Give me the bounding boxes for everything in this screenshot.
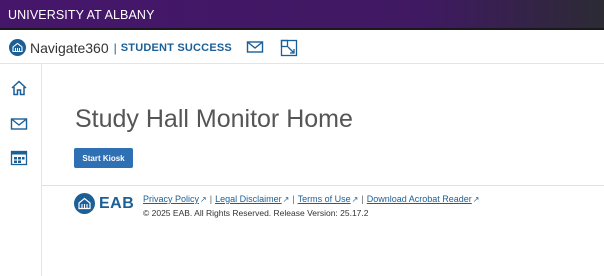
main-content: Study Hall Monitor Home Start Kiosk EAB … <box>42 64 604 276</box>
brand-separator: | <box>113 40 117 55</box>
eab-logo: EAB <box>74 193 134 214</box>
terms-of-use-link[interactable]: Terms of Use <box>298 194 351 204</box>
external-link-icon: ↗ <box>351 194 359 204</box>
footer-links: Privacy Policy ↗ | Legal Disclaimer ↗ | Te… <box>143 194 479 204</box>
privacy-policy-link[interactable]: Privacy Policy <box>143 194 199 204</box>
mail-icon[interactable] <box>10 115 28 133</box>
external-link-icon: ↗ <box>200 194 207 204</box>
legal-disclaimer-link[interactable]: Legal Disclaimer <box>215 194 282 204</box>
external-link-icon: ↗ <box>472 194 480 204</box>
footer-divider <box>42 185 604 186</box>
download-acrobat-reader-link[interactable]: Download Acrobat Reader <box>367 194 472 204</box>
link-separator: | <box>361 194 364 204</box>
brand[interactable]: Navigate360 | STUDENT SUCCESS <box>9 39 232 56</box>
sidebar <box>0 64 42 276</box>
brand-name: Navigate360 <box>30 39 109 56</box>
university-bar: UNIVERSITY AT ALBANY <box>0 0 604 30</box>
eab-logo-text: EAB <box>99 194 135 212</box>
link-separator: | <box>209 194 213 204</box>
external-link-icon: ↗ <box>282 194 290 204</box>
brand-product: STUDENT SUCCESS <box>120 41 232 54</box>
home-icon[interactable] <box>10 79 28 97</box>
appointment-icon[interactable] <box>280 39 298 57</box>
page-title: Study Hall Monitor Home <box>75 105 353 133</box>
navigate360-logo-icon <box>9 39 26 56</box>
link-separator: | <box>292 194 295 204</box>
top-navigation: Navigate360 | STUDENT SUCCESS <box>0 30 604 64</box>
university-name: UNIVERSITY AT ALBANY <box>8 8 155 22</box>
start-kiosk-button[interactable]: Start Kiosk <box>74 148 133 168</box>
eab-logo-icon <box>74 193 95 214</box>
mail-icon[interactable] <box>246 39 264 55</box>
calendar-icon[interactable] <box>10 149 28 167</box>
copyright-text: © 2025 EAB. All Rights Reserved. Release… <box>143 208 369 218</box>
